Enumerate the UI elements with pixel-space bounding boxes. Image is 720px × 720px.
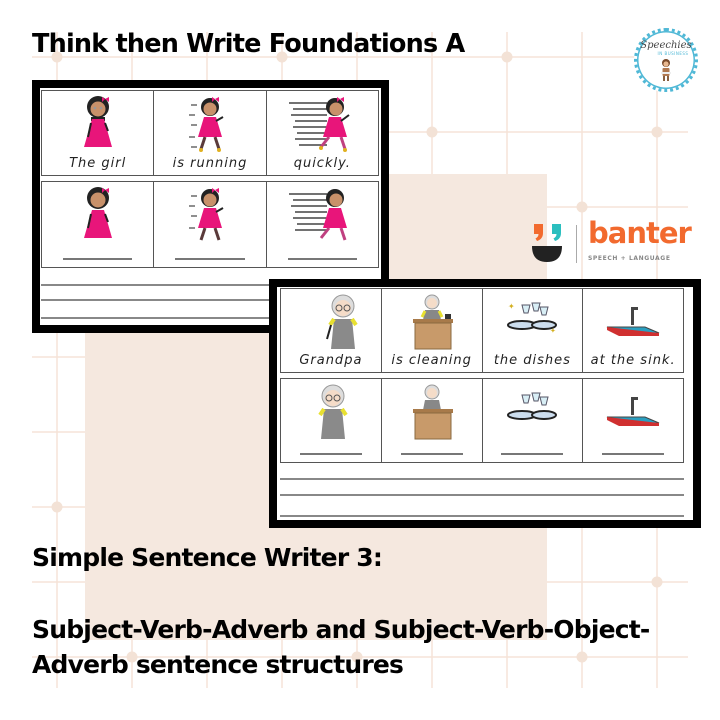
banter-logo: banter SPEECH + LANGUAGE	[530, 216, 700, 267]
grandpa-icon	[318, 384, 348, 439]
cell-object: ✦ ✦ the dishes	[483, 289, 584, 372]
blank-cell-verb	[154, 182, 267, 267]
answer-line[interactable]	[299, 453, 362, 455]
cell-word: quickly.	[293, 156, 351, 171]
blank-row	[41, 181, 379, 268]
dishes-icon: ✦✦	[507, 302, 558, 335]
grandpa-icon	[325, 294, 358, 349]
grid-dot	[576, 201, 588, 213]
product-subtitle: Simple Sentence Writer 3:	[32, 543, 383, 572]
banter-mark-icon	[532, 224, 562, 262]
blank-cell-subject	[281, 379, 382, 462]
speechies-logo-name: Speechies	[640, 40, 692, 51]
banter-logo-tagline: SPEECH + LANGUAGE	[588, 255, 671, 262]
cell-subject: Grandpa	[281, 289, 382, 372]
grid-dot	[426, 126, 438, 138]
cell-word: The girl	[69, 156, 127, 171]
banter-divider	[576, 225, 577, 263]
answer-line[interactable]	[63, 258, 133, 260]
cell-word: at the sink.	[590, 353, 676, 368]
answer-line[interactable]	[287, 258, 357, 260]
cell-word: is running	[172, 156, 248, 171]
blank-cell-verb	[382, 379, 483, 462]
writing-line[interactable]	[280, 478, 684, 480]
cell-adverb: quickly.	[267, 91, 378, 175]
girl-running-icon	[188, 97, 224, 152]
answer-line[interactable]	[602, 453, 665, 455]
worksheet-card-grandpa: Grandpa is cleaning ✦ ✦ the dishes at th…	[269, 279, 701, 528]
blank-cell-adverb	[583, 379, 683, 462]
cell-word: is cleaning	[391, 353, 472, 368]
cell-word: Grandpa	[299, 353, 363, 368]
cell-subject: The girl	[42, 91, 155, 175]
cell-word: the dishes	[493, 353, 571, 368]
grid-dot	[651, 576, 663, 588]
banter-logo-wordmark: banter	[588, 216, 692, 250]
blank-cell-adverb	[267, 182, 378, 267]
answer-line[interactable]	[501, 453, 564, 455]
cell-verb: is cleaning	[382, 289, 483, 372]
writing-line[interactable]	[280, 515, 684, 517]
girl-running-fast-icon	[289, 189, 348, 241]
model-row: The girl is running quickly.	[41, 90, 379, 176]
speechies-logo-tagline: IN BUSINESS	[657, 51, 689, 56]
cell-verb: is running	[154, 91, 267, 175]
cell-adverb: at the sink.	[583, 289, 683, 372]
svg-text:✦: ✦	[508, 302, 515, 311]
grid-dot	[51, 501, 63, 513]
grandpa-at-desk-icon	[412, 294, 453, 350]
sink-icon	[606, 397, 660, 426]
grandpa-at-desk-icon	[412, 384, 453, 440]
speechies-logo: Speechies IN BUSINESS	[634, 28, 698, 92]
page-title: Think then Write Foundations A	[32, 29, 465, 59]
writing-line[interactable]	[280, 494, 684, 496]
girl-running-icon	[188, 188, 224, 241]
sink-icon	[606, 307, 660, 336]
grid-dot	[651, 126, 663, 138]
dishes-icon	[507, 392, 558, 420]
girl-standing-icon	[83, 187, 112, 238]
girl-running-fast-icon	[289, 97, 350, 152]
answer-line[interactable]	[400, 453, 463, 455]
speechie-character-icon	[661, 59, 671, 81]
svg-text:✦: ✦	[550, 327, 556, 335]
product-description: Subject-Verb-Adverb and Subject-Verb-Obj…	[32, 615, 650, 679]
model-row: Grandpa is cleaning ✦ ✦ the dishes at th…	[280, 288, 684, 373]
blank-cell-subject	[42, 182, 155, 267]
answer-line[interactable]	[175, 258, 245, 260]
grid-dot	[501, 51, 513, 63]
blank-row	[280, 378, 684, 463]
girl-standing-icon	[83, 96, 112, 147]
blank-cell-object	[483, 379, 584, 462]
